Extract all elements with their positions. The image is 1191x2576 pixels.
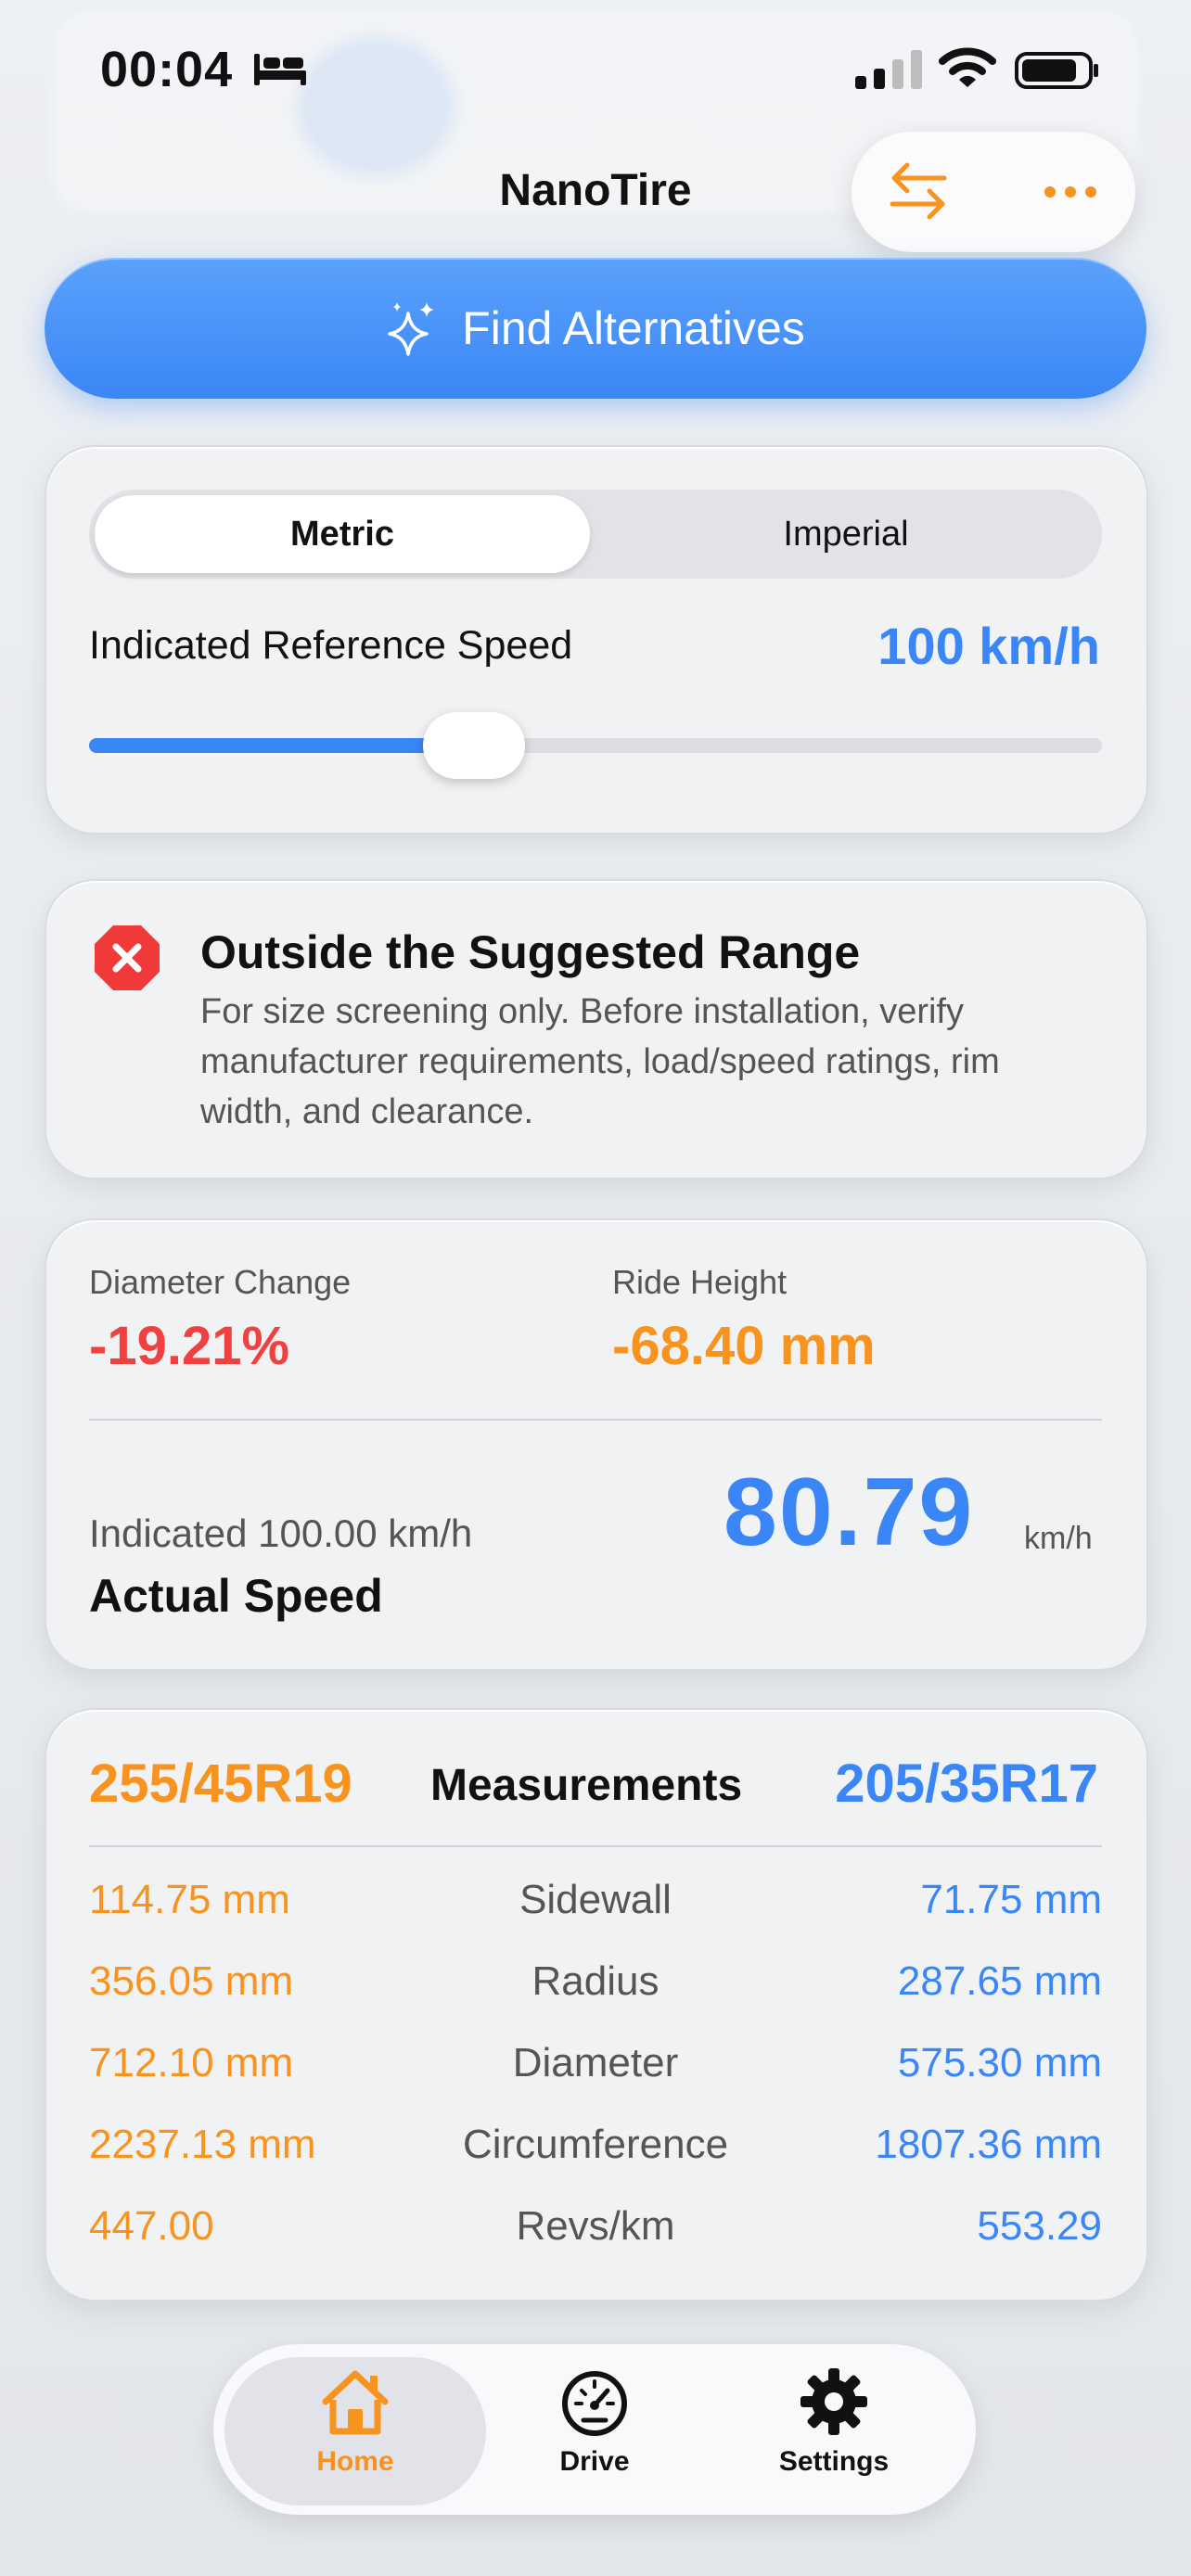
measurement-row: 2237.13 mm Circumference 1807.36 mm	[89, 2122, 1102, 2177]
tab-home-label: Home	[316, 2446, 394, 2477]
ride-height-label: Ride Height	[612, 1263, 788, 1301]
diameter-change-label: Diameter Change	[89, 1263, 352, 1301]
measurement-name: Revs/km	[516, 2203, 675, 2249]
indicated-speed-text: Indicated 100.00 km/h	[89, 1511, 473, 1555]
warning-title: Outside the Suggested Range	[200, 926, 861, 978]
background-circle-blur	[297, 37, 455, 176]
find-alternatives-button[interactable]: Find Alternatives	[45, 258, 1146, 399]
tab-home[interactable]: Home	[244, 2363, 467, 2478]
more-options-icon[interactable]	[1041, 182, 1100, 202]
segment-imperial[interactable]: Imperial	[594, 495, 1098, 573]
new-value: 575.30 mm	[897, 2040, 1102, 2085]
ride-height-value: -68.40 mm	[612, 1316, 876, 1376]
status-time: 00:04	[100, 42, 234, 97]
gear-icon	[800, 2368, 867, 2435]
bed-icon	[254, 54, 306, 85]
swap-arrows-icon[interactable]	[883, 156, 954, 226]
reference-speed-value: 100 km/h	[877, 617, 1100, 675]
speedometer-icon	[562, 2371, 627, 2436]
actual-speed-unit: km/h	[1024, 1521, 1093, 1556]
tab-settings-label: Settings	[778, 2446, 890, 2477]
divider	[89, 1419, 1102, 1421]
speed-slider-thumb[interactable]	[422, 712, 525, 779]
new-value: 71.75 mm	[920, 1877, 1102, 1922]
diameter-change-value: -19.21%	[89, 1316, 290, 1376]
new-tire-size: 205/35R17	[835, 1753, 1098, 1814]
measurement-row: 712.10 mm Diameter 575.30 mm	[89, 2040, 1102, 2096]
measurement-row: 356.05 mm Radius 287.65 mm	[89, 1958, 1102, 2014]
actual-speed-value: 80.79	[724, 1459, 975, 1566]
error-octagon-icon	[95, 925, 160, 990]
tab-settings[interactable]: Settings	[723, 2363, 945, 2478]
segment-metric[interactable]: Metric	[95, 495, 590, 573]
tab-drive-label: Drive	[559, 2446, 630, 2477]
warning-body: For size screening only. Before installa…	[200, 992, 1000, 1131]
find-alternatives-label: Find Alternatives	[462, 302, 805, 354]
measurement-row: 447.00 Revs/km 553.29	[89, 2203, 1102, 2259]
measurement-row: 114.75 mm Sidewall 71.75 mm	[89, 1877, 1102, 1932]
original-tire-size: 255/45R19	[89, 1753, 352, 1814]
new-value: 1807.36 mm	[875, 2122, 1102, 2167]
battery-icon	[1015, 52, 1098, 89]
reference-speed-label: Indicated Reference Speed	[89, 623, 573, 668]
new-value: 287.65 mm	[897, 1958, 1102, 2004]
actual-speed-label: Actual Speed	[89, 1570, 383, 1622]
divider	[89, 1845, 1102, 1847]
cellular-signal-icon	[855, 50, 922, 89]
sparkle-icon	[388, 302, 435, 356]
wifi-icon	[939, 47, 996, 87]
measurements-title: Measurements	[430, 1761, 743, 1810]
house-icon	[322, 2370, 389, 2435]
speed-slider-fill	[89, 738, 474, 753]
new-value: 553.29	[977, 2203, 1102, 2249]
tab-drive[interactable]: Drive	[483, 2363, 706, 2478]
